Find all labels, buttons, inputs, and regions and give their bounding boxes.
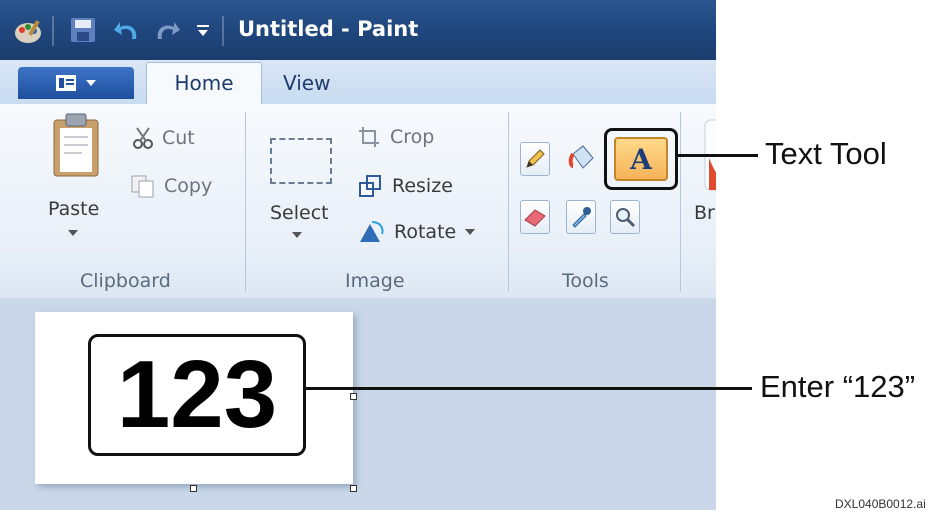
crop-label: Crop [390, 126, 435, 148]
resize-handle-right[interactable] [350, 393, 357, 400]
canvas-text: 123 [116, 341, 278, 448]
text-tool-icon: A [630, 142, 652, 176]
group-separator [245, 112, 246, 292]
tab-home[interactable]: Home [146, 62, 262, 105]
crop-button[interactable]: Crop [358, 126, 434, 148]
enter-text-leader-line [306, 387, 752, 390]
paint-menu-icon [56, 75, 76, 91]
eraser-tool-button[interactable] [520, 200, 550, 234]
paste-label: Paste [48, 198, 100, 220]
title-separator [222, 16, 224, 46]
cut-button[interactable]: Cut [132, 126, 195, 150]
resize-icon [359, 175, 381, 197]
fill-icon [568, 145, 594, 169]
tools-group-label: Tools [562, 270, 609, 292]
quick-access-separator [52, 16, 54, 46]
save-icon[interactable] [70, 17, 96, 43]
image-group-label: Image [345, 270, 405, 292]
cut-label: Cut [162, 127, 195, 149]
paste-dropdown-icon[interactable] [66, 228, 80, 238]
eraser-icon [524, 209, 546, 227]
text-tool-leader-line [676, 154, 758, 157]
canvas-area: 123 [0, 298, 716, 510]
rotate-label: Rotate [394, 221, 457, 243]
fill-tool-button[interactable] [566, 142, 596, 176]
title-bar: Untitled - Paint [0, 0, 716, 60]
crop-icon [359, 127, 379, 147]
file-code: DXL040B0012.ai [835, 497, 926, 511]
copy-label: Copy [164, 175, 213, 197]
magnifier-tool-button[interactable] [610, 200, 640, 234]
tab-home-label: Home [174, 71, 234, 95]
text-tool-callout: Text Tool [765, 136, 887, 171]
copy-icon [131, 175, 154, 198]
enter-text-callout: Enter “123” [760, 369, 916, 404]
resize-button[interactable]: Resize [358, 174, 453, 198]
group-separator [680, 112, 681, 292]
clipboard-icon [53, 113, 99, 177]
group-separator [508, 112, 509, 292]
color-picker-icon [572, 207, 591, 228]
copy-button[interactable]: Copy [130, 174, 212, 198]
clipboard-group-label: Clipboard [80, 270, 171, 292]
paint-app-icon[interactable] [14, 18, 42, 44]
rotate-icon [360, 221, 384, 242]
color-picker-tool-button[interactable] [566, 200, 596, 234]
resize-handle-corner[interactable] [350, 485, 357, 492]
magnifier-icon [616, 208, 636, 228]
customize-dropdown-icon[interactable] [196, 24, 210, 38]
window-title: Untitled - Paint [238, 17, 419, 41]
paint-menu-button[interactable] [18, 67, 134, 99]
resize-label: Resize [392, 175, 453, 197]
ribbon-tab-row: Home View [0, 60, 716, 105]
undo-icon[interactable] [112, 17, 142, 43]
text-box[interactable]: 123 [88, 334, 306, 456]
resize-handle-bottom[interactable] [190, 485, 197, 492]
scissors-icon [133, 127, 153, 149]
ribbon-home: Paste Cut Copy Clipboard Select Crop Res… [0, 104, 716, 300]
redo-icon[interactable] [152, 17, 182, 43]
chevron-down-icon [86, 80, 96, 86]
paint-window: Untitled - Paint Home View Paste Cut Cop… [0, 0, 716, 510]
rotate-button[interactable]: Rotate [358, 220, 476, 244]
rotate-dropdown-icon [465, 229, 476, 235]
select-icon[interactable] [270, 138, 332, 184]
brushes-label[interactable]: Bru [694, 202, 716, 224]
paste-button[interactable] [50, 112, 102, 182]
pencil-tool-button[interactable] [520, 142, 550, 176]
tab-view[interactable]: View [283, 71, 330, 95]
pencil-icon [526, 149, 545, 168]
text-tool-button[interactable]: A [614, 137, 668, 181]
select-label[interactable]: Select [270, 202, 329, 224]
select-dropdown-icon[interactable] [290, 230, 304, 240]
